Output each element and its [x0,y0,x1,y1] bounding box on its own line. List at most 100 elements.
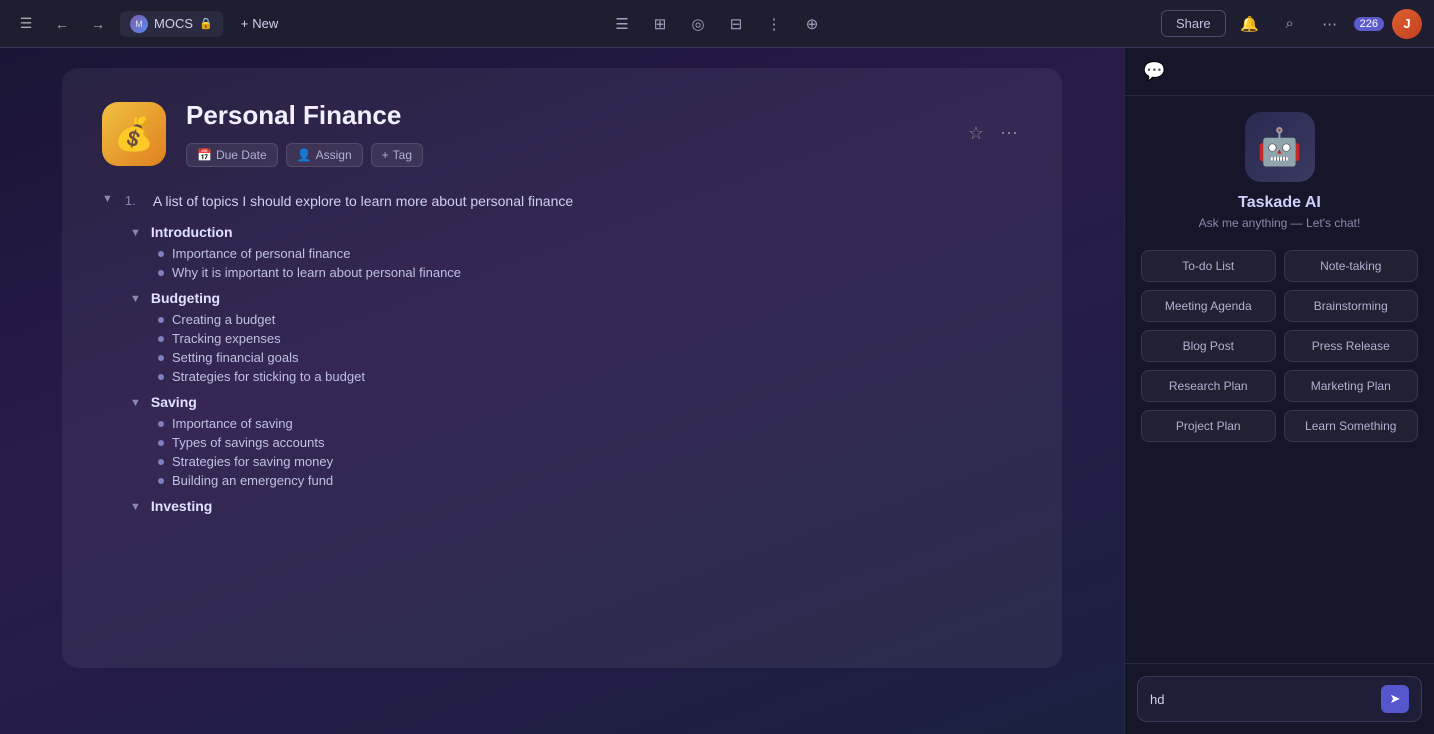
search-icon[interactable]: ⌕ [1274,8,1306,40]
section-saving: ▼ Saving [130,394,1022,410]
assign-button[interactable]: 👤 Assign [286,143,363,167]
send-button[interactable]: ➤ [1381,685,1409,713]
section-investing: ▼ Investing [130,498,1022,514]
avatar[interactable]: J [1392,9,1422,39]
calendar-icon: 📅 [197,148,212,162]
new-button[interactable]: + New [231,11,289,36]
doc-container: 💰 Personal Finance 📅 Due Date 👤 Assign [42,68,1082,668]
bullet-text: Creating a budget [172,312,275,327]
outline-section: ▼ 1. A list of topics I should explore t… [102,191,1022,514]
chip-press-release[interactable]: Press Release [1284,330,1419,362]
share-button[interactable]: Share [1161,10,1226,37]
bullet-text: Setting financial goals [172,350,298,365]
list-item: Setting financial goals [158,350,1022,365]
new-label: New [252,16,278,31]
bullet-icon [158,336,164,342]
list-item: Building an emergency fund [158,473,1022,488]
chat-input-wrap: ➤ [1137,676,1422,722]
section-collapse-saving[interactable]: ▼ [130,397,141,409]
outline-text: A list of topics I should explore to lea… [153,191,573,212]
project-name: MOCS [154,16,193,31]
doc-title: Personal Finance [186,100,944,131]
back-icon[interactable]: ← [48,10,76,38]
more-options-icon[interactable]: ⋯ [1314,8,1346,40]
doc-meta: 📅 Due Date 👤 Assign + Tag [186,143,944,167]
bullet-text: Building an emergency fund [172,473,333,488]
doc-card: 💰 Personal Finance 📅 Due Date 👤 Assign [62,68,1062,668]
bullet-text: Strategies for saving money [172,454,333,469]
bullet-icon [158,440,164,446]
bullet-icon [158,374,164,380]
chip-research-plan[interactable]: Research Plan [1141,370,1276,402]
bullet-icon [158,251,164,257]
list-item: Why it is important to learn about perso… [158,265,1022,280]
bullet-text: Importance of personal finance [172,246,351,261]
doc-actions: ☆ ⋯ [964,119,1022,148]
doc-emoji: 💰 [102,102,166,166]
tag-icon: + [382,148,389,162]
due-date-button[interactable]: 📅 Due Date [186,143,278,167]
share-network-icon[interactable]: ⋮ [758,8,790,40]
list-item: Types of savings accounts [158,435,1022,450]
forward-icon[interactable]: → [84,10,112,38]
section-title-budget: Budgeting [151,290,220,306]
comment-icon[interactable]: 💬 [1139,57,1169,86]
bullet-text: Types of savings accounts [172,435,324,450]
section-introduction: ▼ Introduction [130,224,1022,240]
ai-title: Taskade AI [1238,194,1321,212]
more-doc-button[interactable]: ⋯ [996,119,1022,148]
chip-meeting-agenda[interactable]: Meeting Agenda [1141,290,1276,322]
chip-note-taking[interactable]: Note-taking [1284,250,1419,282]
section-title-intro: Introduction [151,224,233,240]
chat-input-area: ➤ [1125,663,1434,734]
bullet-icon [158,421,164,427]
bullet-icon [158,478,164,484]
right-panel: 💬 🤖 Taskade AI Ask me anything — Let's c… [1124,48,1434,734]
view-calendar-icon[interactable]: ◎ [682,8,714,40]
bullet-icon [158,459,164,465]
star-button[interactable]: ☆ [964,119,988,148]
chip-blog-post[interactable]: Blog Post [1141,330,1276,362]
ai-robot-icon: 🤖 [1245,112,1315,182]
right-top-bar: 💬 [1125,48,1434,96]
send-icon: ➤ [1390,691,1401,707]
bullet-icon [158,355,164,361]
project-icon: M [130,15,148,33]
chip-project-plan[interactable]: Project Plan [1141,410,1276,442]
tag-button[interactable]: + Tag [371,143,423,167]
chip-brainstorming[interactable]: Brainstorming [1284,290,1419,322]
section-budgeting: ▼ Budgeting [130,290,1022,306]
ai-subtitle: Ask me anything — Let's chat! [1199,216,1361,230]
section-collapse-investing[interactable]: ▼ [130,501,141,513]
chat-input[interactable] [1150,692,1373,707]
section-collapse-budget[interactable]: ▼ [130,293,141,305]
ai-logo-area: 🤖 Taskade AI Ask me anything — Let's cha… [1141,112,1418,230]
project-badge[interactable]: M MOCS 🔒 [120,11,223,37]
bullet-text: Tracking expenses [172,331,281,346]
chip-todo-list[interactable]: To-do List [1141,250,1276,282]
chip-marketing-plan[interactable]: Marketing Plan [1284,370,1419,402]
toolbar-right: Share 🔔 ⌕ ⋯ 226 J [828,8,1422,40]
list-item: Tracking expenses [158,331,1022,346]
members-icon[interactable]: ⊕ [796,8,828,40]
section-collapse-intro[interactable]: ▼ [130,227,141,239]
item-number: 1. [125,193,145,208]
due-date-label: Due Date [216,148,267,162]
notifications-icon[interactable]: 🔔 [1234,8,1266,40]
view-table-icon[interactable]: ⊟ [720,8,752,40]
lock-icon: 🔒 [199,17,213,30]
plus-icon: + [241,16,249,31]
list-item: Importance of personal finance [158,246,1022,261]
toolbar-left: ☰ ← → M MOCS 🔒 + New [12,10,606,38]
list-item: Importance of saving [158,416,1022,431]
view-list-icon[interactable]: ☰ [606,8,638,40]
doc-title-area: Personal Finance 📅 Due Date 👤 Assign [186,100,944,167]
notification-badge: 226 [1354,17,1384,31]
assign-label: Assign [316,148,352,162]
sidebar-toggle-icon[interactable]: ☰ [12,10,40,38]
collapse-arrow[interactable]: ▼ [102,193,113,205]
left-panel: 💰 Personal Finance 📅 Due Date 👤 Assign [0,48,1124,734]
section-title-investing: Investing [151,498,212,514]
chip-learn-something[interactable]: Learn Something [1284,410,1419,442]
view-board-icon[interactable]: ⊞ [644,8,676,40]
